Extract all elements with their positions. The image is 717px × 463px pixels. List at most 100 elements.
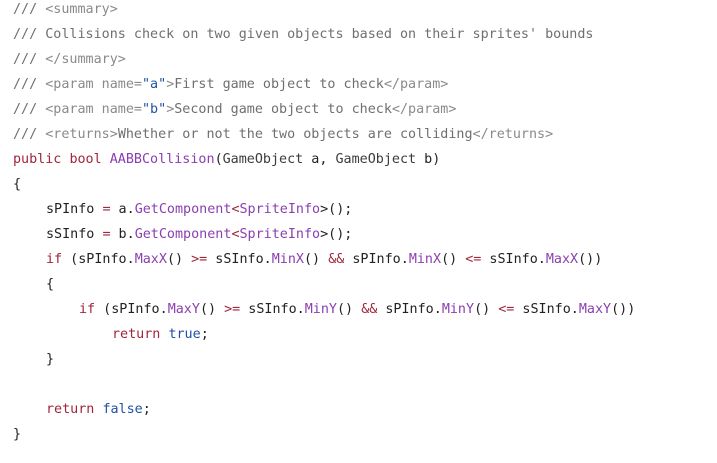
code-token-plain: (): [199, 302, 225, 317]
code-token-plain: b): [416, 152, 441, 167]
code-token-doc-tag: <summary>: [45, 2, 118, 17]
code-token-plain: (): [441, 252, 466, 267]
code-token-comment: First game object to check: [174, 77, 384, 92]
code-token-method: MaxY: [167, 302, 200, 317]
code-token-comment: ///: [13, 102, 46, 117]
code-token-method: MaxX: [134, 252, 167, 267]
code-token-string: "a": [142, 77, 167, 92]
code-token-doc-tag: </returns>: [472, 127, 554, 142]
code-token-method: MinY: [304, 302, 337, 317]
code-token-operator: <=: [465, 252, 482, 267]
code-token-plain: (): [166, 252, 192, 267]
code-token-plain: }: [13, 427, 22, 442]
code-token-plain: a.: [110, 202, 135, 217]
code-token-keyword: return: [46, 402, 95, 417]
code-line: }: [46, 350, 54, 370]
code-token-plain: sPInfo: [46, 202, 103, 217]
code-token-method: SpriteInfo: [239, 202, 321, 217]
code-token-plain: (: [214, 152, 223, 167]
code-token-plain: b.: [110, 227, 135, 242]
code-token-operator: <=: [498, 302, 515, 317]
code-line: }: [13, 425, 21, 445]
code-token-method: MinY: [441, 302, 475, 317]
code-token-doc-tag: <param name=: [45, 77, 142, 92]
code-token-doc-tag: </param>: [383, 77, 449, 92]
code-line: return false;: [46, 400, 151, 420]
code-token-literal: false: [102, 402, 143, 417]
code-line: /// <summary>: [13, 0, 118, 20]
code-token-plain: sSInfo: [46, 227, 103, 242]
code-token-method: MaxY: [578, 302, 612, 317]
code-line: /// <param name="a">First game object to…: [13, 75, 448, 95]
code-token-method: GetComponent: [134, 202, 232, 217]
code-token-doc-tag: </param>: [391, 102, 457, 117]
code-token-plain: sPInfo.: [377, 302, 442, 317]
code-token-operator: &&: [361, 302, 378, 317]
code-token-type: GameObject: [335, 152, 417, 167]
code-token-keyword: if: [46, 252, 63, 267]
code-token-method: MinX: [408, 252, 442, 267]
code-token-comment: ///: [13, 127, 46, 142]
code-token-string: "b": [142, 102, 167, 117]
code-token-plain: {: [13, 177, 22, 192]
code-line: if (sPInfo.MaxY() >= sSInfo.MinY() && sP…: [79, 300, 635, 320]
code-line: /// Collisions check on two given object…: [13, 25, 593, 45]
code-token-method: SpriteInfo: [239, 227, 321, 242]
code-line: /// </summary>: [13, 50, 126, 70]
code-line: /// <returns>Whether or not the two obje…: [13, 125, 553, 145]
code-token-plain: ()): [611, 302, 636, 317]
code-token-comment: ///: [13, 2, 46, 17]
code-token-plain: ()): [578, 252, 603, 267]
code-token-comment: Whether or not the two objects are colli…: [117, 127, 473, 142]
code-token-plain: sSInfo.: [207, 252, 272, 267]
code-token-plain: (): [304, 252, 329, 267]
code-token-plain: ;: [142, 402, 151, 417]
code-token-plain: ;: [200, 327, 209, 342]
code-token-method: MaxX: [545, 252, 579, 267]
code-token-keyword: if: [79, 302, 96, 317]
code-token-plain: sSInfo.: [481, 252, 546, 267]
code-line: /// <param name="b">Second game object t…: [13, 100, 456, 120]
code-token-plain: >();: [320, 227, 353, 242]
code-line: {: [13, 175, 21, 195]
code-token-plain: sSInfo.: [514, 302, 579, 317]
code-token-plain: (): [337, 302, 362, 317]
code-token-plain: }: [46, 352, 55, 367]
code-token-method: AABBCollision: [109, 152, 215, 167]
code-token-method: MinX: [271, 252, 304, 267]
code-token-plain: {: [46, 277, 55, 292]
code-token-comment: /// Collisions check on two given object…: [13, 27, 594, 42]
code-token-operator: &&: [328, 252, 345, 267]
code-token-plain: (sPInfo.: [62, 252, 135, 267]
code-token-keyword: return: [112, 327, 161, 342]
code-token-literal: true: [168, 327, 201, 342]
code-line: if (sPInfo.MaxX() >= sSInfo.MinX() && sP…: [46, 250, 602, 270]
code-token-type: GameObject: [222, 152, 304, 167]
code-token-plain: (sPInfo.: [95, 302, 168, 317]
code-token-keyword: bool: [69, 152, 102, 167]
code-token-plain: sPInfo.: [344, 252, 409, 267]
code-token-method: GetComponent: [134, 227, 232, 242]
code-token-plain: (): [474, 302, 499, 317]
code-line: return true;: [112, 325, 209, 345]
code-token-doc-tag: <returns>: [45, 127, 118, 142]
code-line: {: [46, 275, 54, 295]
code-line: public bool AABBCollision(GameObject a, …: [13, 150, 440, 170]
code-token-plain: sSInfo.: [240, 302, 305, 317]
code-token-plain: a,: [303, 152, 336, 167]
code-block: /// <summary> /// Collisions check on two…: [13, 0, 713, 463]
code-token-operator: >=: [191, 252, 208, 267]
code-token-doc-tag: <param name=: [45, 102, 142, 117]
code-token-comment: ///: [13, 77, 46, 92]
code-token-operator: >=: [224, 302, 241, 317]
code-token-doc-tag: </summary>: [45, 52, 126, 67]
code-line: sSInfo = b.GetComponent<SpriteInfo>();: [46, 225, 352, 245]
code-token-operator: =: [102, 227, 111, 242]
code-token-operator: =: [102, 202, 111, 217]
code-token-keyword: public: [13, 152, 62, 167]
code-token-operator: <: [231, 227, 240, 242]
code-token-comment: ///: [13, 52, 46, 67]
code-line: sPInfo = a.GetComponent<SpriteInfo>();: [46, 200, 352, 220]
code-token-comment: Second game object to check: [174, 102, 392, 117]
